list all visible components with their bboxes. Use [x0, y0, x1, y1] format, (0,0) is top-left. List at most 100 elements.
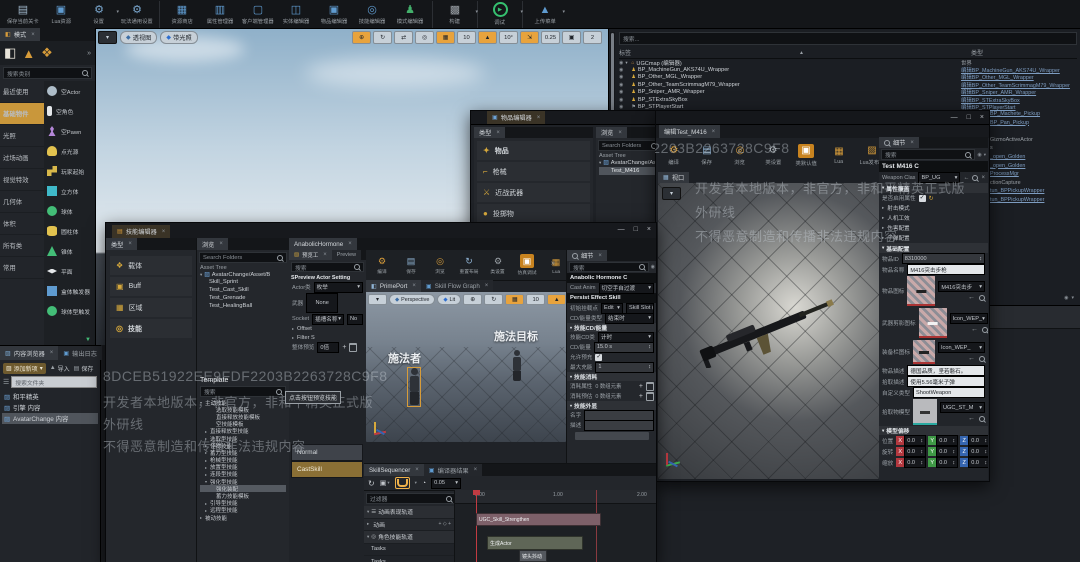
precharge-checkbox[interactable]: ✓ [595, 354, 602, 361]
save-all-button[interactable]: ▤保存 [74, 364, 94, 373]
stepper-icon[interactable]: ↕ [979, 256, 982, 262]
enable-override-checkbox[interactable]: ✓ [919, 195, 926, 202]
collapsed-section-damage[interactable]: ▸伤害配置 [879, 223, 988, 233]
actor-type-link[interactable] [990, 128, 1078, 137]
editor-tool-button[interactable]: ⚙ 编译 [658, 140, 690, 172]
offset-section[interactable]: ▸Offset [289, 324, 366, 333]
placeable-item[interactable]: 圆柱体 [44, 221, 95, 241]
cast-anim-value[interactable]: 切空手自过渡 [602, 284, 636, 292]
custom-type-value[interactable]: ShootWeapon [913, 387, 985, 398]
folder-tree-item[interactable]: ▨引擎 内容 [2, 402, 98, 413]
back-arrow-icon[interactable]: ← [968, 415, 975, 422]
skillsequencer-tab[interactable]: SkillSequencer× [364, 464, 424, 476]
caster-figure[interactable] [408, 368, 420, 406]
close-icon[interactable]: × [980, 113, 984, 122]
model-offset-section[interactable]: ▾模型偏移 [879, 426, 988, 435]
modes-tab[interactable]: ◧模式× [0, 28, 40, 41]
browse-to-icon[interactable] [972, 175, 978, 181]
cd-value[interactable]: 15.0 s [597, 344, 612, 350]
toolbar-button[interactable]: ▣ Lua资源 [42, 1, 80, 28]
skill-category[interactable]: ▦区域 [110, 298, 192, 317]
timeline-clip[interactable]: 生成Actor [487, 536, 583, 550]
close-icon[interactable]: × [219, 241, 223, 247]
editor-tool-button[interactable]: ⚙ 编译 [368, 251, 396, 280]
asset-search-input[interactable]: Search Folders [199, 252, 287, 263]
visibility-eye-icon[interactable]: ◉ [619, 60, 623, 66]
viewport-menu-caret[interactable]: ▾ [662, 187, 681, 200]
primeport-tab[interactable]: ◧PrimePort× [366, 280, 421, 292]
item-id-value[interactable]: 8310000 [905, 256, 927, 262]
skill-category[interactable]: ❖载体 [110, 256, 192, 275]
timeline-ruler[interactable]: 0.001.002.00 [455, 490, 656, 504]
collapsed-section-ergo[interactable]: ▸人机工效 [879, 213, 988, 223]
override-section[interactable]: ▾属性覆盖 [879, 183, 988, 193]
foliage-icon[interactable]: ❖ [41, 45, 53, 61]
timeline-clip[interactable]: UGC_Skill_Strengthen [476, 513, 601, 526]
viewport-tab[interactable]: ▦视口 [658, 172, 689, 183]
type-tab[interactable]: 类型× [106, 238, 137, 250]
snap-interval-value[interactable]: 0.05▾ [431, 478, 461, 489]
visibility-eye-icon[interactable]: ◉ [619, 82, 623, 88]
cost-section[interactable]: ▾技能消耗 [567, 372, 656, 381]
trash-icon[interactable] [646, 392, 654, 401]
back-arrow-icon[interactable]: ← [968, 294, 975, 301]
editor-tool-button[interactable]: ↻ 重置布局 [455, 251, 483, 280]
toolbar-button[interactable]: ▥ 属性管理器 [201, 1, 239, 28]
placeable-item[interactable]: 玩家起始 [44, 161, 95, 181]
move-tool-icon[interactable]: ⊕ [352, 31, 371, 44]
sequencer-track[interactable]: Tasks [364, 544, 454, 557]
template-node[interactable]: ▾ 强化型技能 [200, 478, 286, 485]
close-icon[interactable]: × [496, 130, 500, 136]
placeable-item[interactable]: 空Pawn [44, 121, 95, 141]
close-icon[interactable]: × [128, 241, 132, 247]
trash-icon[interactable] [646, 382, 654, 391]
close-icon[interactable]: × [474, 467, 478, 473]
scale-snap-value[interactable]: 0.25 [541, 31, 560, 44]
close-icon[interactable]: × [537, 115, 541, 121]
chevron-down-icon[interactable]: ▾ [1071, 295, 1074, 301]
expand-arrow-icon[interactable]: ▾ [599, 160, 601, 166]
track-filter-input[interactable]: 过滤器 [366, 493, 456, 504]
skill-preview-viewport[interactable]: ▾ ◆Perspective ◆Lit ⊕ ↻ ▦ 10 ▲ 10° 施法者 施… [366, 292, 566, 442]
actor-type-link[interactable]: s [990, 145, 1078, 154]
more-icon[interactable]: » [551, 260, 555, 267]
viewport-perspective-button[interactable]: ◆Perspective [389, 294, 435, 305]
grid-snap-value[interactable]: 10 [526, 294, 545, 305]
toolbar-button[interactable]: ▦ 资源商店 [163, 1, 201, 28]
actor-type-link[interactable]: _open_Golden [990, 154, 1078, 163]
timeline-area[interactable]: 0.001.002.00 UGC_Skill_Strengthen 生成Actor… [454, 490, 656, 562]
visibility-eye-icon[interactable]: ◉ [619, 97, 623, 103]
editor-tool-button[interactable]: ▤ 保存 [397, 251, 425, 280]
item-category[interactable]: ●投掷物 [477, 204, 590, 223]
axis-field[interactable]: Z0.0↕ [960, 457, 988, 468]
viewport-menu-caret[interactable]: ▾ [368, 294, 387, 305]
toolbar-button[interactable]: ▲ 上传菜单 ▾ [526, 1, 564, 28]
expand-arrow-icon[interactable]: ▾ [200, 272, 202, 278]
placeable-item[interactable]: 点光源 [44, 141, 95, 161]
folder-tree-item[interactable]: ▨和平精英 [2, 391, 98, 402]
browse-tab[interactable]: 浏览× [596, 127, 627, 138]
cd-class-value[interactable]: 计时 [601, 333, 612, 341]
asset-item[interactable]: Skill_Sprint [209, 279, 289, 287]
asset-search-input[interactable]: Search Folders [598, 140, 661, 151]
expand-arrow-icon[interactable]: ▸ [367, 521, 369, 527]
maximize-icon[interactable]: □ [634, 225, 638, 234]
silhouette-value[interactable]: Icon_WEP_ [953, 316, 983, 322]
expand-arrow-icon[interactable]: ▾ [625, 60, 629, 66]
close-icon[interactable]: × [910, 140, 914, 146]
actor-class-value[interactable]: 枚举 [317, 283, 328, 291]
template-search-input[interactable]: 搜索 [200, 386, 286, 397]
chevron-down-icon[interactable]: ▾ [520, 9, 523, 15]
grid-snap-value[interactable]: 10 [457, 31, 476, 44]
sequencer-track[interactable]: ▸ 动画 + ◇ + [364, 519, 454, 532]
add-new-button[interactable]: ▨添加新项▾ [3, 363, 46, 374]
compiler-results-tab[interactable]: ▣编译器结果× [424, 464, 482, 476]
close-icon[interactable]: × [712, 129, 716, 135]
expand-arrow-icon[interactable]: ▾ [367, 509, 369, 515]
close-icon[interactable]: × [412, 283, 416, 289]
placeable-item[interactable]: 球体 [44, 201, 95, 221]
scale-tool-icon[interactable]: ⇄ [394, 31, 413, 44]
weapon-viewport[interactable]: ▾ [658, 183, 879, 479]
preview-search-input[interactable]: 搜索 [291, 262, 364, 272]
modes-category[interactable]: 过场动画 [0, 147, 44, 169]
